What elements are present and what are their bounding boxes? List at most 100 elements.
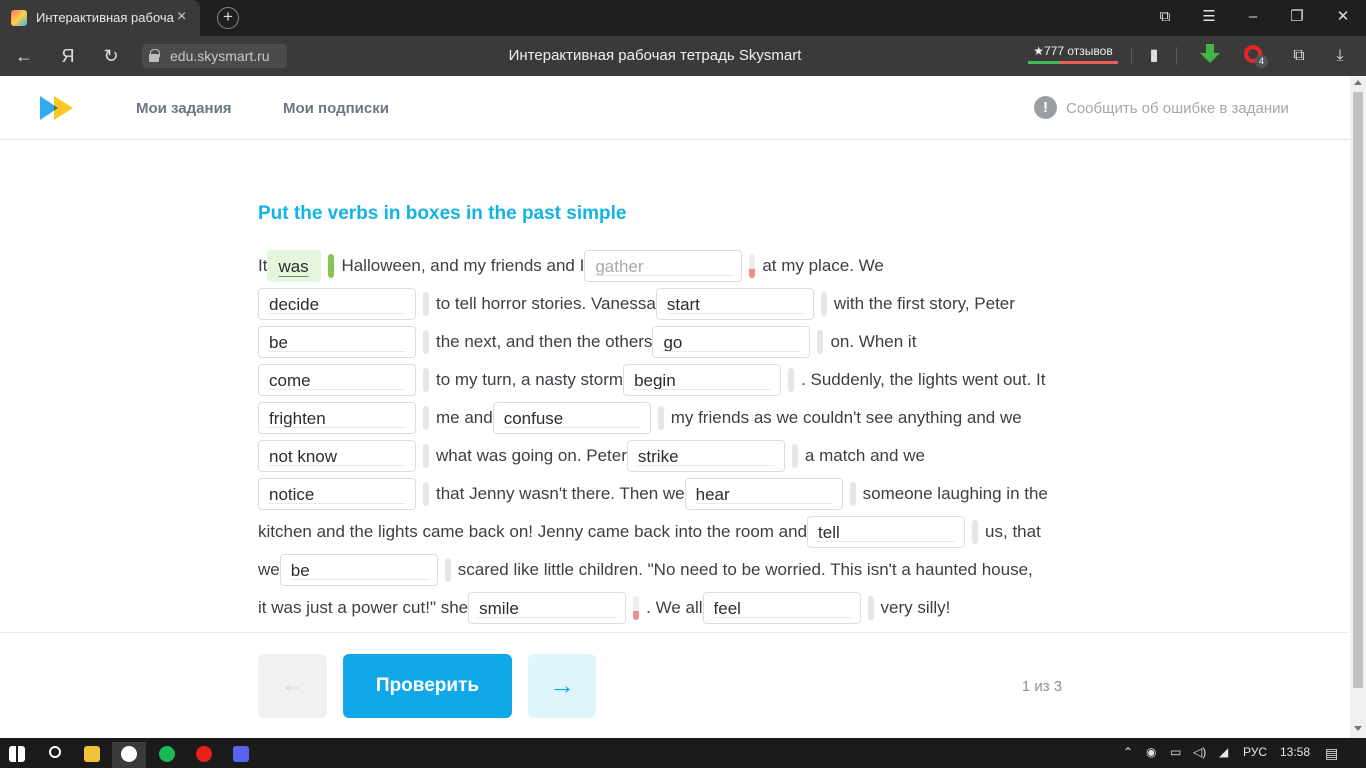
- answer-input[interactable]: [269, 484, 405, 506]
- taskbar-explorer[interactable]: [75, 742, 109, 768]
- nav-my-subscriptions[interactable]: Мои подписки: [283, 100, 389, 117]
- notifications-icon[interactable]: ▤: [1325, 745, 1338, 762]
- site-header: Мои задания Мои подписки ! Сообщить об о…: [0, 76, 1350, 140]
- sentence-text: to my turn, a nasty storm: [436, 370, 624, 389]
- answer-box[interactable]: [623, 364, 782, 396]
- sentence-text: someone laughing in the: [862, 484, 1048, 503]
- skysmart-favicon-icon: [11, 10, 27, 26]
- answer-box[interactable]: [258, 364, 416, 396]
- answer-box[interactable]: [702, 592, 861, 624]
- tray-expand-icon[interactable]: ⌃: [1123, 745, 1133, 759]
- scroll-down-icon[interactable]: [1354, 726, 1362, 731]
- answer-box[interactable]: [258, 326, 416, 358]
- sentence-text: we: [258, 560, 280, 579]
- downloads-icon[interactable]: ⤓: [1328, 45, 1352, 67]
- address-bar[interactable]: edu.skysmart.ru: [142, 44, 287, 68]
- exercise-line: the next, and then the others on. When i…: [258, 324, 1088, 360]
- taskbar-yandex-browser[interactable]: [112, 742, 146, 768]
- answer-input[interactable]: [595, 256, 732, 278]
- close-window-icon[interactable]: ✕: [1331, 8, 1355, 26]
- answer-box[interactable]: [468, 592, 627, 624]
- answer-box[interactable]: [258, 478, 416, 510]
- answer-input[interactable]: [269, 446, 405, 468]
- answer-box[interactable]: [258, 402, 416, 434]
- folder-icon: [84, 746, 100, 762]
- report-error-label: Сообщить об ошибке в задании: [1066, 100, 1289, 117]
- answer-box[interactable]: [655, 288, 814, 320]
- downloader-extension-icon[interactable]: [1199, 44, 1221, 66]
- site-reviews-button[interactable]: ★777 отзывов: [1028, 43, 1118, 69]
- windows-logo-icon: [9, 746, 25, 762]
- answer-box[interactable]: [684, 478, 843, 510]
- answer-input[interactable]: [637, 446, 774, 468]
- windows-taskbar: ⌃ ◉ ▭ ◁) ◢ РУС 13:58 ▤: [0, 738, 1366, 768]
- skysmart-logo-icon[interactable]: [40, 96, 76, 120]
- nav-my-tasks[interactable]: Мои задания: [136, 100, 232, 117]
- volume-icon[interactable]: ◁): [1193, 745, 1206, 759]
- previous-button[interactable]: ←: [258, 654, 327, 718]
- answer-gap: [702, 590, 881, 626]
- answer-status-indicator: [817, 330, 824, 354]
- exercise-line: me and my friends as we couldn't see any…: [258, 400, 1088, 436]
- discord-tray-icon[interactable]: ◉: [1146, 745, 1156, 759]
- taskbar-spotify[interactable]: [150, 742, 184, 768]
- answer-input[interactable]: [503, 408, 640, 430]
- answer-box[interactable]: [652, 326, 811, 358]
- answer-box[interactable]: [258, 440, 416, 472]
- answer-input[interactable]: [269, 332, 405, 354]
- answer-box[interactable]: [584, 250, 743, 282]
- taskbar-discord[interactable]: [224, 742, 258, 768]
- answer-input[interactable]: [278, 256, 311, 278]
- new-tab-button[interactable]: +: [217, 7, 239, 29]
- answer-status-indicator: [633, 596, 640, 620]
- sentence-text: on. When it: [830, 332, 917, 351]
- language-indicator[interactable]: РУС: [1243, 745, 1267, 759]
- url-text: edu.skysmart.ru: [170, 48, 270, 64]
- answer-box[interactable]: [258, 288, 416, 320]
- answer-input[interactable]: [666, 294, 803, 316]
- answer-box[interactable]: [279, 554, 438, 586]
- answer-input[interactable]: [713, 598, 850, 620]
- yandex-home-icon[interactable]: Я: [56, 45, 80, 67]
- browser-tab[interactable]: Интерактивная рабоча ×: [0, 0, 200, 36]
- collections-icon[interactable]: ⧉: [1153, 8, 1177, 26]
- check-button[interactable]: Проверить: [343, 654, 512, 718]
- bookmark-icon[interactable]: ▮: [1142, 45, 1166, 67]
- back-icon[interactable]: ←: [12, 45, 36, 67]
- answer-box[interactable]: [807, 516, 966, 548]
- lock-icon[interactable]: [149, 49, 160, 62]
- answer-gap: [684, 476, 863, 512]
- start-button[interactable]: [0, 742, 34, 768]
- answer-input[interactable]: [663, 332, 800, 354]
- adblock-extension-icon[interactable]: 4: [1244, 45, 1268, 68]
- battery-icon[interactable]: ▭: [1170, 745, 1181, 759]
- page-scrollbar[interactable]: [1350, 76, 1366, 738]
- extensions-icon[interactable]: ⧉: [1287, 45, 1311, 67]
- sentence-text: that Jenny wasn't there. Then we: [436, 484, 685, 503]
- next-button[interactable]: →: [528, 654, 596, 718]
- taskbar-youtube[interactable]: [187, 742, 221, 768]
- answer-input[interactable]: [695, 484, 832, 506]
- answer-input[interactable]: [290, 560, 427, 582]
- answer-box[interactable]: [492, 402, 651, 434]
- scrollbar-thumb[interactable]: [1353, 92, 1363, 688]
- scroll-up-icon[interactable]: [1354, 80, 1362, 85]
- answer-box[interactable]: [267, 250, 322, 282]
- answer-input[interactable]: [479, 598, 616, 620]
- answer-box[interactable]: [626, 440, 785, 472]
- sentence-text: at my place. We: [762, 256, 884, 275]
- answer-input[interactable]: [818, 522, 955, 544]
- restore-icon[interactable]: ❐: [1285, 8, 1309, 26]
- answer-input[interactable]: [634, 370, 771, 392]
- answer-input[interactable]: [269, 370, 405, 392]
- clock[interactable]: 13:58: [1280, 745, 1310, 759]
- minimize-icon[interactable]: –: [1241, 8, 1265, 26]
- search-button[interactable]: [38, 742, 72, 768]
- menu-icon[interactable]: ☰: [1197, 8, 1221, 26]
- reload-icon[interactable]: ↻: [99, 45, 123, 67]
- network-icon[interactable]: ◢: [1219, 745, 1228, 759]
- answer-input[interactable]: [269, 294, 405, 316]
- answer-input[interactable]: [269, 408, 405, 430]
- browser-tab-strip: Интерактивная рабоча × + ⧉ ☰ – ❐ ✕: [0, 0, 1366, 36]
- close-tab-icon[interactable]: ×: [177, 8, 186, 26]
